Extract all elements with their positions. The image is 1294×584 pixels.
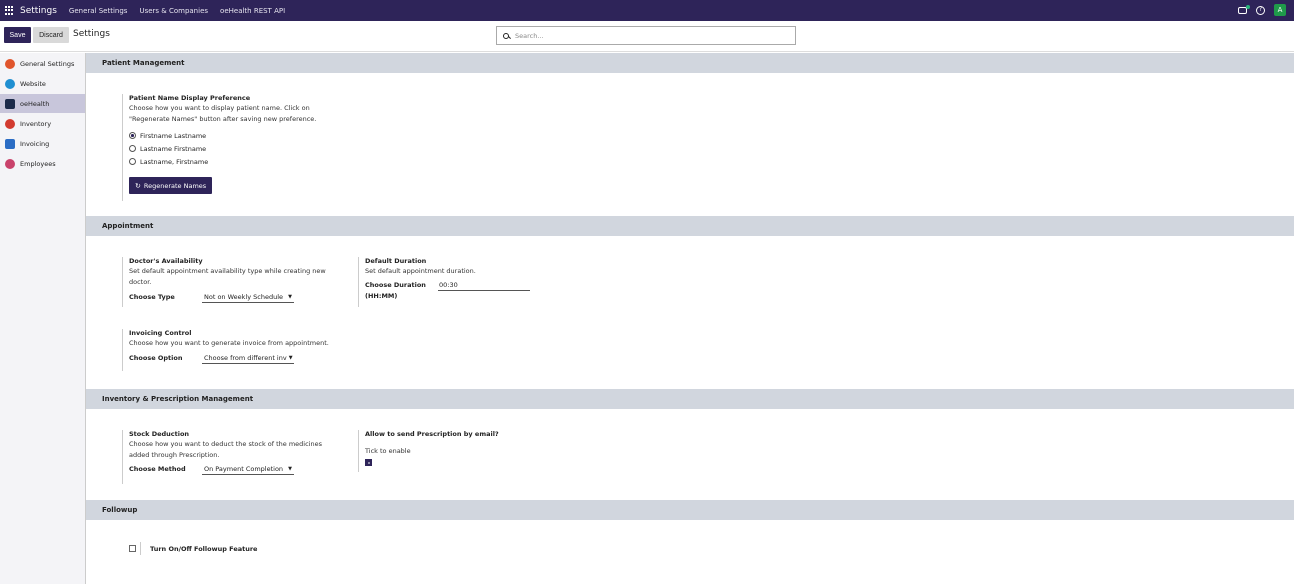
radio-button[interactable] bbox=[129, 158, 136, 165]
doctor-availability-setting: Doctor's Availability Set default appoin… bbox=[129, 257, 329, 303]
choose-method-select[interactable]: On Payment Completion ▼ bbox=[202, 464, 294, 475]
radio-label: Lastname Firstname bbox=[140, 144, 207, 153]
save-button[interactable]: Save bbox=[4, 27, 31, 43]
sidebar-item-label: oeHealth bbox=[20, 99, 50, 108]
duration-input[interactable]: 00:30 bbox=[438, 280, 530, 291]
app-title[interactable]: Settings bbox=[20, 6, 57, 16]
control-panel: Save Discard Settings bbox=[0, 21, 1294, 52]
setting-title: Invoicing Control bbox=[129, 329, 192, 337]
nav-menu-oehealth-rest-api[interactable]: oeHealth REST API bbox=[220, 7, 285, 15]
sidebar-item-invoicing[interactable]: Invoicing bbox=[0, 134, 85, 153]
radio-label: Firstname Lastname bbox=[140, 131, 207, 140]
followup-setting: Turn On/Off Followup Feature bbox=[129, 542, 379, 555]
stock-deduction-setting: Stock Deduction Choose how you want to d… bbox=[129, 430, 329, 475]
chat-icon[interactable] bbox=[1238, 4, 1250, 14]
page-title: Settings bbox=[73, 29, 110, 39]
apps-grid-icon[interactable] bbox=[5, 6, 14, 15]
followup-checkbox[interactable] bbox=[129, 545, 136, 552]
patient-name-setting: Patient Name Display Preference Choose h… bbox=[129, 94, 329, 194]
prescription-email-checkbox[interactable] bbox=[365, 459, 372, 466]
sidebar-item-inventory[interactable]: Inventory bbox=[0, 114, 85, 133]
search-icon bbox=[503, 32, 509, 39]
followup-label: Turn On/Off Followup Feature bbox=[150, 544, 258, 553]
setting-description: Set default appointment duration. bbox=[365, 267, 476, 275]
invoice-icon bbox=[5, 138, 15, 149]
field-label: Choose Type bbox=[129, 293, 175, 301]
setting-description: Choose how you want to generate invoice … bbox=[129, 339, 329, 347]
discard-button[interactable]: Discard bbox=[33, 27, 69, 43]
sidebar-item-employees[interactable]: Employees bbox=[0, 154, 85, 173]
setting-divider bbox=[122, 329, 123, 371]
people-icon bbox=[5, 158, 15, 169]
section-header-appointment: Appointment bbox=[86, 216, 1294, 236]
button-label: Regenerate Names bbox=[143, 181, 207, 190]
section-header-followup: Followup bbox=[86, 500, 1294, 520]
radio-lastname-comma-firstname[interactable]: Lastname, Firstname bbox=[129, 155, 329, 168]
section-header-patient-management: Patient Management bbox=[86, 53, 1294, 73]
setting-divider bbox=[122, 430, 123, 484]
setting-title: Doctor's Availability bbox=[129, 257, 203, 265]
field-label: Choose Duration (HH:MM) bbox=[365, 281, 426, 300]
field-label: Choose Method bbox=[129, 465, 186, 473]
settings-sidebar: General Settings Website oeHealth Invent… bbox=[0, 53, 86, 584]
setting-divider bbox=[358, 430, 359, 472]
field-label: Choose Option bbox=[129, 354, 183, 362]
setting-title: Stock Deduction bbox=[129, 430, 190, 438]
setting-title: Allow to send Prescription by email? bbox=[365, 430, 499, 438]
sidebar-item-label: General Settings bbox=[20, 59, 75, 68]
setting-divider bbox=[122, 257, 123, 307]
setting-divider bbox=[122, 94, 123, 201]
radio-button[interactable] bbox=[129, 145, 136, 152]
user-avatar[interactable]: A bbox=[1274, 4, 1286, 16]
refresh-icon: ↻ bbox=[135, 181, 141, 190]
top-navbar: Settings General Settings Users & Compan… bbox=[0, 0, 1294, 21]
sidebar-item-label: Invoicing bbox=[20, 139, 50, 148]
setting-title: Patient Name Display Preference bbox=[129, 94, 251, 102]
search-box bbox=[496, 26, 796, 45]
default-duration-setting: Default Duration Set default appointment… bbox=[365, 257, 565, 302]
choose-option-select[interactable]: Choose from different inv ▼ bbox=[202, 353, 294, 364]
sidebar-item-label: Employees bbox=[20, 159, 56, 168]
setting-divider bbox=[140, 542, 141, 555]
radio-label: Lastname, Firstname bbox=[140, 157, 209, 166]
select-value: On Payment Completion bbox=[204, 465, 284, 473]
setting-divider bbox=[358, 257, 359, 307]
regenerate-names-button[interactable]: ↻ Regenerate Names bbox=[129, 177, 213, 194]
setting-title: Default Duration bbox=[365, 257, 427, 265]
nav-menu: General Settings Users & Companies oeHea… bbox=[69, 7, 285, 15]
radio-lastname-firstname[interactable]: Lastname Firstname bbox=[129, 142, 329, 155]
sidebar-item-general-settings[interactable]: General Settings bbox=[0, 54, 85, 73]
caret-down-icon: ▼ bbox=[288, 466, 292, 472]
nav-menu-users-companies[interactable]: Users & Companies bbox=[139, 7, 208, 15]
settings-content: Patient Management Patient Name Display … bbox=[86, 53, 1294, 584]
caret-down-icon: ▼ bbox=[288, 355, 293, 361]
invoicing-control-setting: Invoicing Control Choose how you want to… bbox=[129, 329, 349, 364]
setting-description: Choose how you want to deduct the stock … bbox=[129, 440, 322, 459]
sidebar-item-label: Inventory bbox=[20, 119, 52, 128]
box-icon bbox=[5, 118, 15, 129]
radio-firstname-lastname[interactable]: Firstname Lastname bbox=[129, 129, 329, 142]
sidebar-item-website[interactable]: Website bbox=[0, 74, 85, 93]
globe-icon bbox=[5, 78, 15, 89]
help-icon[interactable]: ? bbox=[1256, 5, 1265, 15]
health-icon bbox=[5, 98, 15, 109]
sidebar-item-oehealth[interactable]: oeHealth bbox=[0, 94, 85, 113]
navbar-systray: ? A bbox=[1238, 4, 1286, 16]
tick-label: Tick to enable bbox=[365, 447, 411, 455]
choose-type-select[interactable]: Not on Weekly Schedule ▼ bbox=[202, 292, 294, 303]
nav-menu-general-settings[interactable]: General Settings bbox=[69, 7, 128, 15]
search-input[interactable] bbox=[515, 31, 785, 40]
prescription-email-setting: Allow to send Prescription by email? Tic… bbox=[365, 430, 565, 466]
setting-description: Choose how you want to display patient n… bbox=[129, 104, 317, 123]
sidebar-item-label: Website bbox=[20, 79, 46, 88]
odoo-icon bbox=[5, 58, 15, 69]
caret-down-icon: ▼ bbox=[288, 294, 292, 300]
radio-button[interactable] bbox=[129, 132, 136, 139]
select-value: Choose from different inv bbox=[204, 354, 287, 362]
select-value: Not on Weekly Schedule bbox=[204, 293, 284, 301]
section-header-inventory-prescription: Inventory & Prescription Management bbox=[86, 389, 1294, 409]
setting-description: Set default appointment availability typ… bbox=[129, 267, 326, 286]
